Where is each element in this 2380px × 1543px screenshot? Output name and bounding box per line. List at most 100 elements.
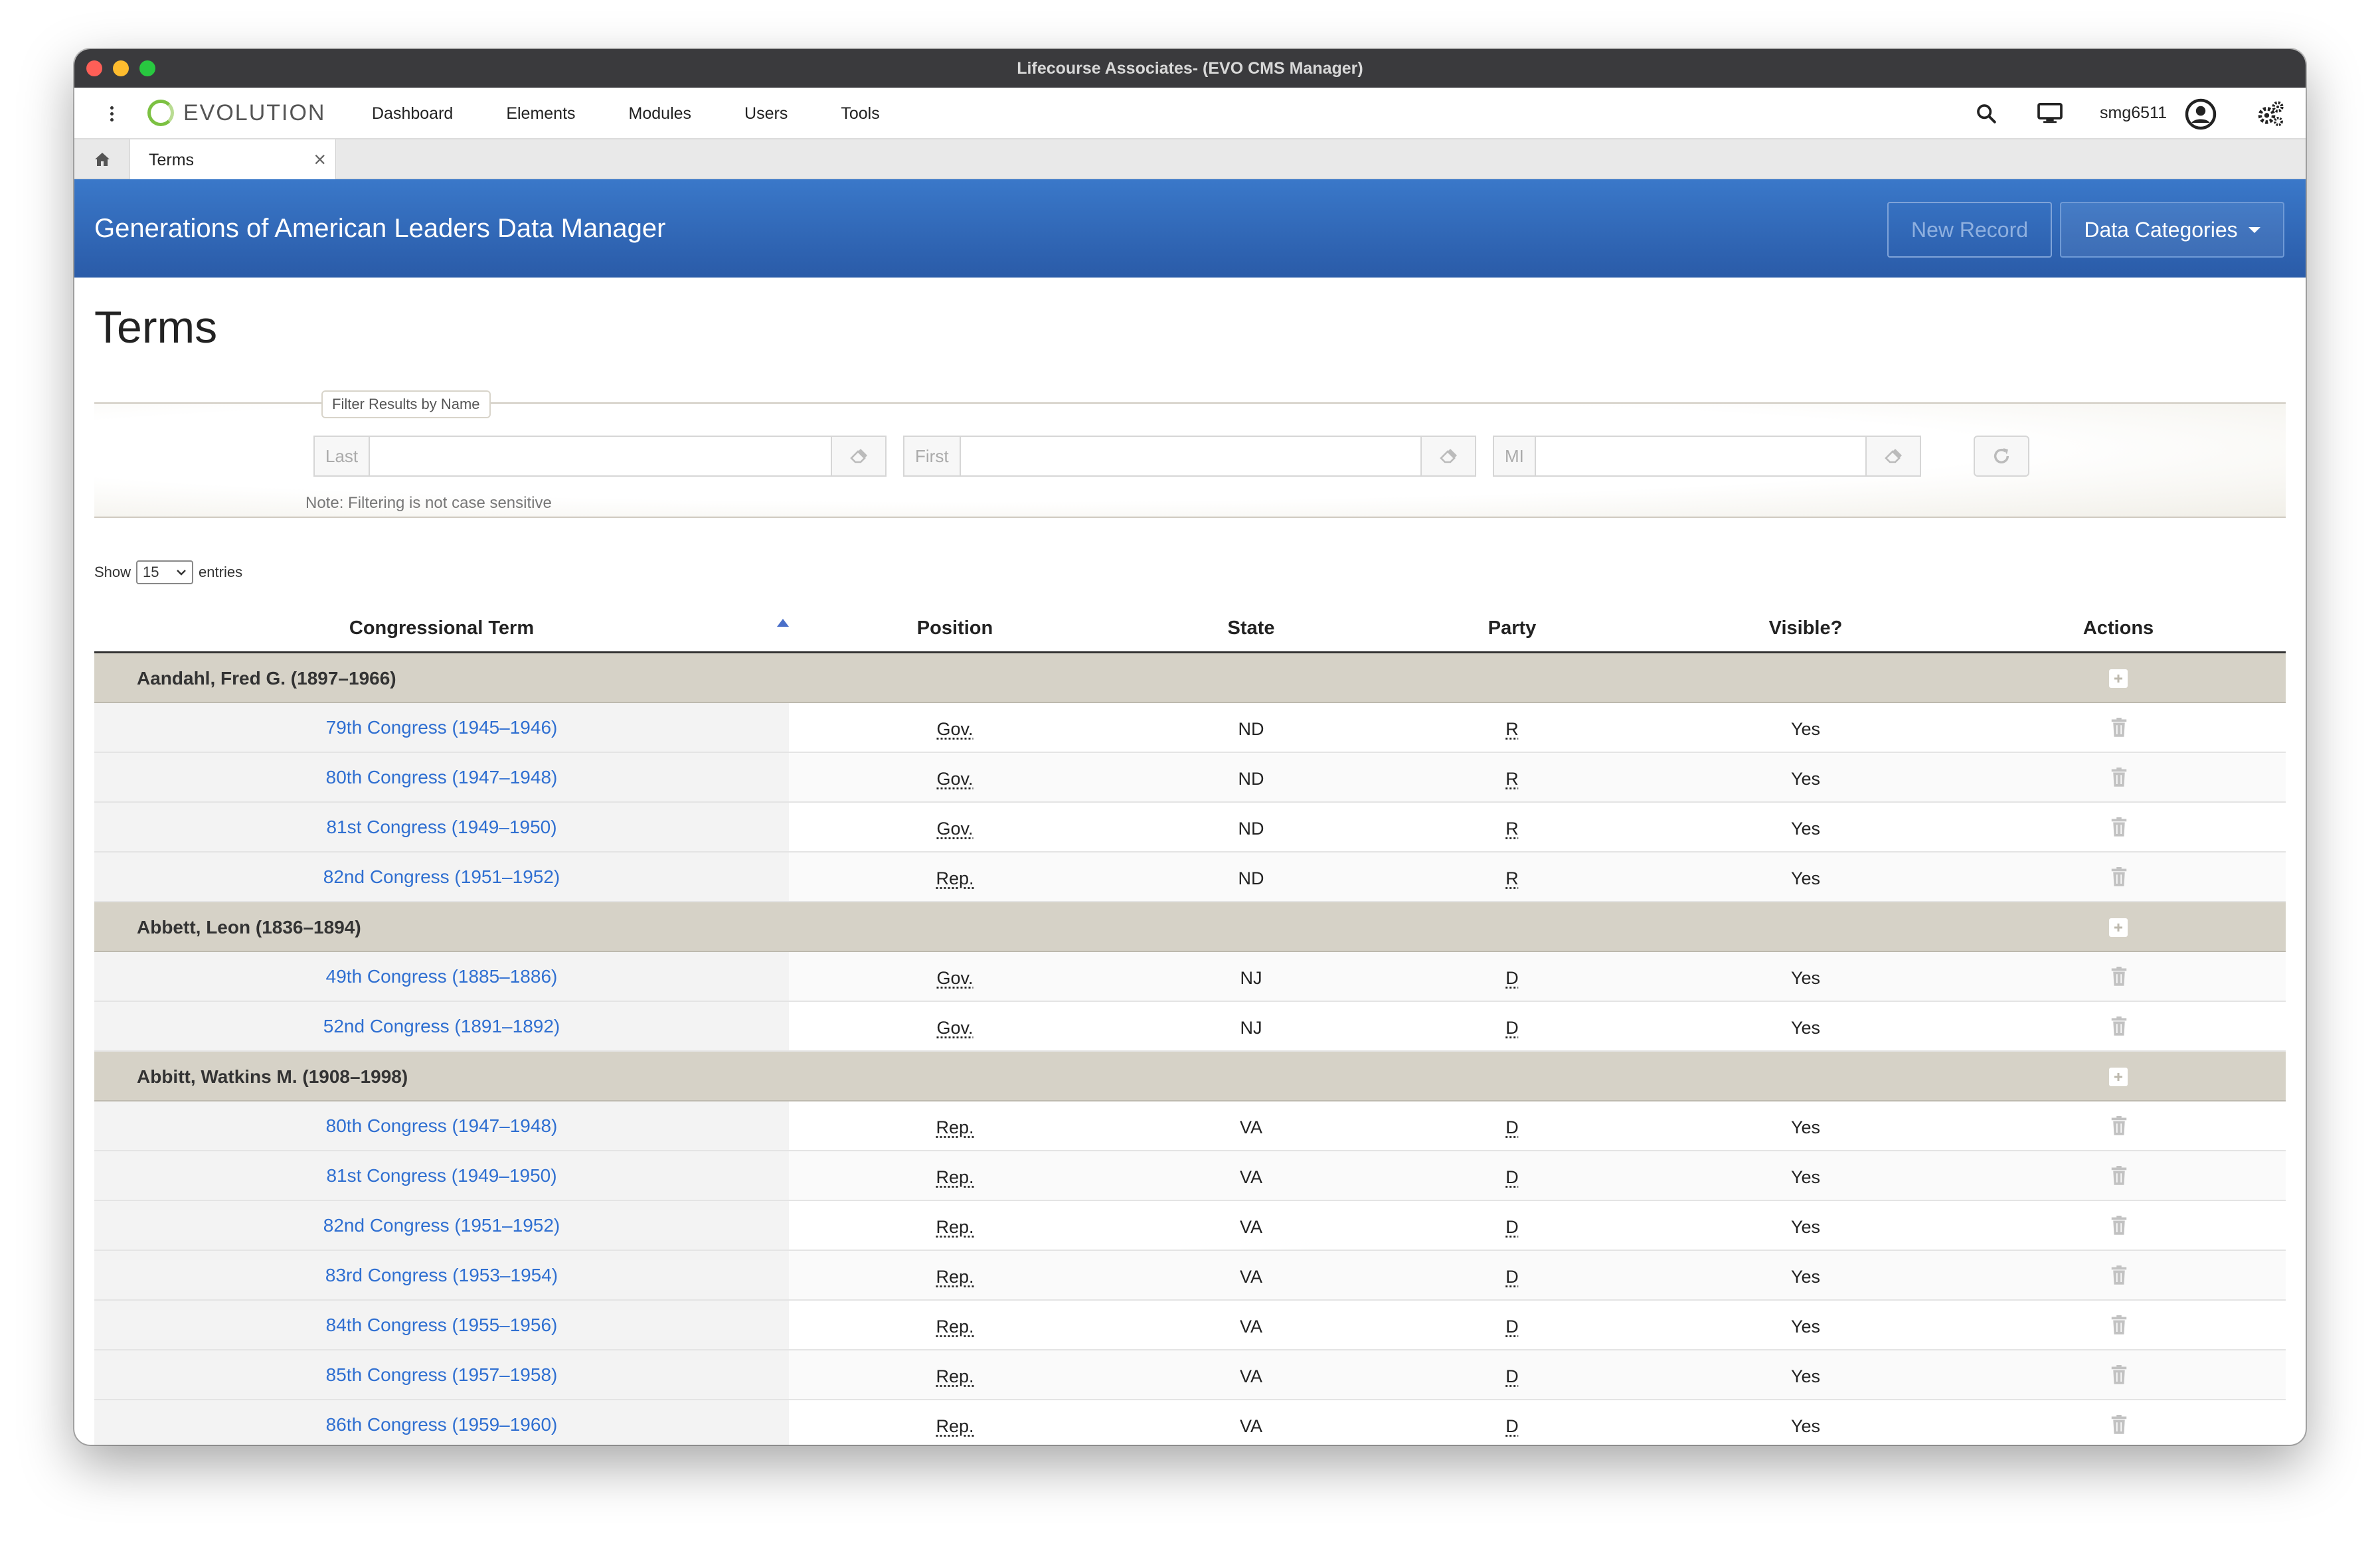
trash-icon[interactable] [2110,1415,2128,1435]
group-name: Aandahl, Fred G. (1897–1966) [137,668,396,689]
header-position[interactable]: Position [917,617,993,639]
trash-icon[interactable] [2110,1166,2128,1186]
visible-cell: Yes [1790,769,1821,789]
menu-item-modules[interactable]: Modules [629,104,692,123]
trash-icon[interactable] [2110,967,2128,987]
settings-gears-icon[interactable] [2256,100,2285,129]
tab-home[interactable] [74,139,130,179]
menu-item-elements[interactable]: Elements [506,104,575,123]
party-cell: D [1505,1366,1519,1386]
term-link[interactable]: 79th Congress (1945–1946) [326,717,558,738]
menu-item-users[interactable]: Users [744,104,788,123]
clear-middle-initial-button[interactable] [1866,436,1921,477]
header-party[interactable]: Party [1488,617,1537,639]
filter-legend: Filter Results by Name [321,390,491,418]
window-controls [86,60,155,76]
term-link[interactable]: 84th Congress (1955–1956) [326,1315,558,1336]
entries-select[interactable]: 15 [136,560,194,584]
refresh-icon [1994,448,2009,463]
clear-last-name-button[interactable] [832,436,887,477]
table-row: 80th Congress (1947–1948) Rep. VA D Yes [94,1101,2286,1151]
state-cell: VA [1239,1416,1263,1436]
add-term-button[interactable] [2109,669,2128,688]
logo[interactable]: EVOLUTION [147,100,325,126]
zoom-window-button[interactable] [139,60,155,76]
trash-icon[interactable] [2110,768,2128,787]
title-bar: Lifecourse Associates- (EVO CMS Manager) [74,49,2306,88]
sort-ascending-icon[interactable] [777,619,789,627]
trash-icon[interactable] [2110,1365,2128,1385]
party-cell: D [1505,1267,1519,1287]
data-categories-button[interactable]: Data Categories [2060,202,2284,258]
header-congressional-term[interactable]: Congressional Term [349,617,534,639]
table-row: 80th Congress (1947–1948) Gov. ND R Yes [94,753,2286,803]
middle-initial-input[interactable] [1535,436,1867,477]
term-cell: 52nd Congress (1891–1892) [94,1002,789,1050]
first-name-input[interactable] [960,436,1422,477]
table-row: 82nd Congress (1951–1952) Rep. VA D Yes [94,1201,2286,1251]
close-tab-icon[interactable]: × [313,149,326,170]
trash-icon[interactable] [2110,1315,2128,1335]
close-window-button[interactable] [86,60,102,76]
user-avatar-icon[interactable] [2185,98,2217,130]
header-visible[interactable]: Visible? [1769,617,1843,639]
middle-initial-filter-group: MI [1493,436,1921,477]
term-link[interactable]: 81st Congress (1949–1950) [326,1165,556,1186]
kebab-menu-icon[interactable] [108,102,116,125]
group-row: Abbitt, Watkins M. (1908–1998) [94,1052,2286,1101]
party-cell: D [1505,1117,1519,1137]
visible-cell: Yes [1790,719,1821,739]
last-name-input[interactable] [370,436,833,477]
term-link[interactable]: 82nd Congress (1951–1952) [323,866,560,888]
tab-strip: Terms × [74,139,2306,181]
trash-icon[interactable] [2110,1265,2128,1285]
term-link[interactable]: 83rd Congress (1953–1954) [325,1265,558,1286]
trash-icon[interactable] [2110,817,2128,837]
term-cell: 79th Congress (1945–1946) [94,703,789,752]
menu-item-tools[interactable]: Tools [841,104,879,123]
monitor-icon[interactable] [2037,102,2063,125]
state-cell: ND [1238,868,1264,888]
party-cell: D [1505,1217,1519,1237]
add-term-button[interactable] [2109,918,2128,937]
logo-text: EVOLUTION [183,100,326,125]
group-name: Abbitt, Watkins M. (1908–1998) [137,1066,408,1087]
new-record-button[interactable]: New Record [1887,202,2052,258]
reset-filter-button[interactable] [1974,436,2029,477]
term-link[interactable]: 81st Congress (1949–1950) [326,817,556,838]
table-row: 81st Congress (1949–1950) Gov. ND R Yes [94,803,2286,853]
username[interactable]: smg6511 [2100,104,2167,123]
data-categories-label: Data Categories [2084,217,2238,242]
term-link[interactable]: 86th Congress (1959–1960) [326,1414,558,1435]
trash-icon[interactable] [2110,867,2128,887]
minimize-window-button[interactable] [113,60,129,76]
trash-icon[interactable] [2110,1016,2128,1036]
table-row: 83rd Congress (1953–1954) Rep. VA D Yes [94,1251,2286,1301]
header-state[interactable]: State [1228,617,1275,639]
party-cell: R [1505,819,1519,839]
trash-icon[interactable] [2110,1216,2128,1236]
menu-item-dashboard[interactable]: Dashboard [372,104,453,123]
term-link[interactable]: 49th Congress (1885–1886) [326,966,558,987]
module-title: Generations of American Leaders Data Man… [94,214,666,243]
term-link[interactable]: 52nd Congress (1891–1892) [323,1016,560,1037]
term-link[interactable]: 80th Congress (1947–1948) [326,1115,558,1137]
add-term-button[interactable] [2109,1068,2128,1086]
search-icon[interactable] [1975,102,1998,125]
state-cell: ND [1238,819,1264,839]
trash-icon[interactable] [2110,1116,2128,1136]
filter-panel: Filter Results by Name Last First MI Not… [94,390,2286,518]
tab-terms[interactable]: Terms × [130,139,336,181]
term-link[interactable]: 85th Congress (1957–1958) [326,1364,558,1386]
term-link[interactable]: 82nd Congress (1951–1952) [323,1215,560,1236]
term-link[interactable]: 80th Congress (1947–1948) [326,767,558,788]
plus-icon [2114,675,2122,683]
position-cell: Rep. [936,1366,974,1386]
visible-cell: Yes [1790,868,1821,888]
term-cell: 86th Congress (1959–1960) [94,1400,789,1445]
clear-first-name-button[interactable] [1421,436,1476,477]
eraser-icon [1885,449,1902,463]
trash-icon[interactable] [2110,718,2128,738]
eraser-icon [1439,449,1457,463]
browser-window: Lifecourse Associates- (EVO CMS Manager)… [74,49,2306,1445]
